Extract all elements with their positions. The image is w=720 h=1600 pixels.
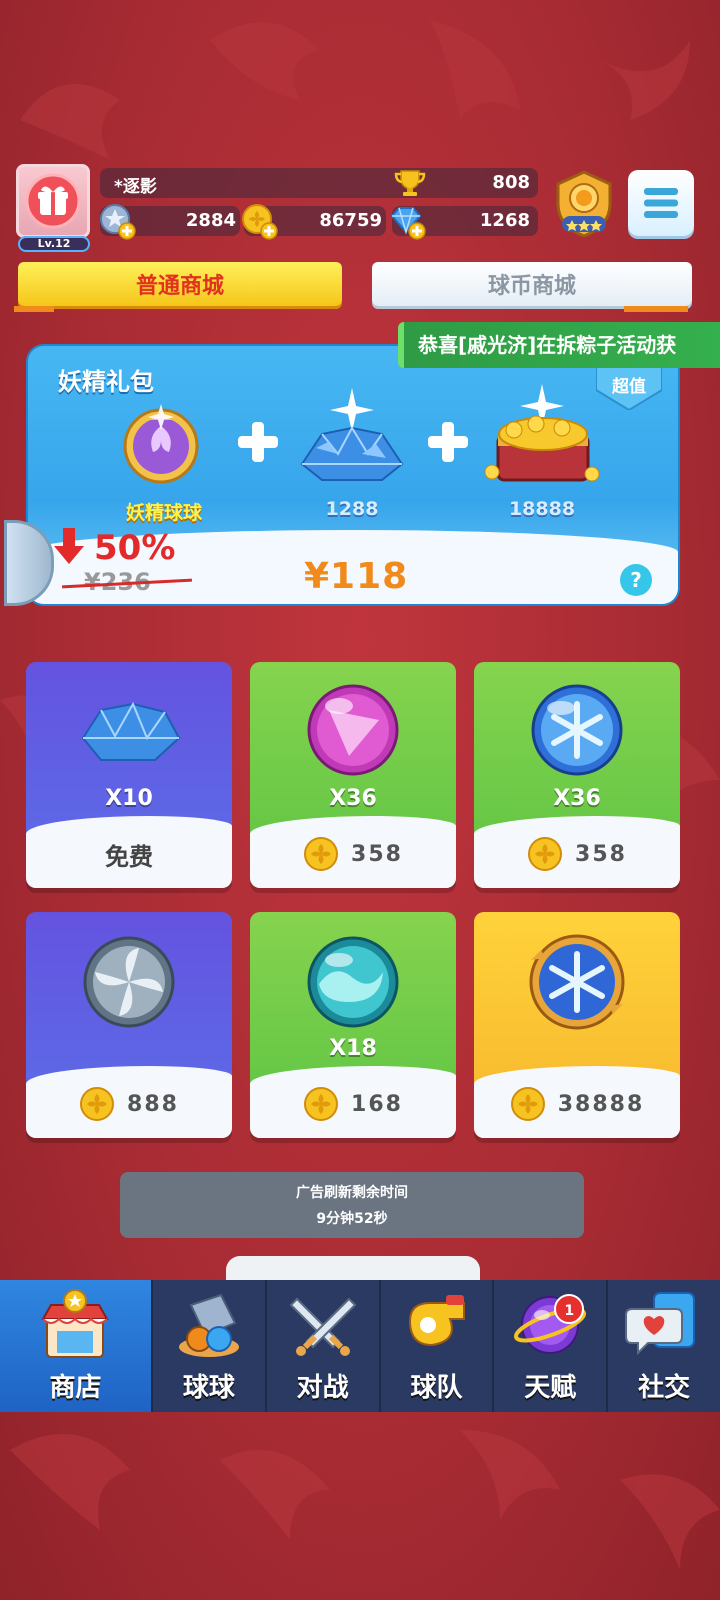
swirl-ball-icon xyxy=(83,936,175,1028)
gift-icon xyxy=(25,173,81,229)
avatar-button[interactable] xyxy=(16,164,90,238)
gold-coin-icon xyxy=(304,837,339,871)
level-badge: Lv.12 xyxy=(18,236,90,252)
frost-ball-icon xyxy=(529,934,625,1030)
shop-item-card[interactable]: X10 免费 xyxy=(26,662,232,888)
player-name: *逐影 xyxy=(114,177,157,197)
item-price-button[interactable]: 358 xyxy=(474,836,680,872)
item-price: 免费 xyxy=(105,843,153,871)
item-price: 168 xyxy=(351,1091,403,1117)
plus-icon xyxy=(238,422,278,462)
item-quantity: X36 xyxy=(329,786,377,811)
shop-item-card[interactable]: X36 358 xyxy=(474,662,680,888)
tab-underline xyxy=(624,306,688,312)
timer-value: 9分钟52秒 xyxy=(316,1211,388,1227)
tab-coin-shop[interactable]: 球币商城 xyxy=(372,262,692,306)
gem-pile-icon xyxy=(300,388,404,481)
gem-count: 1268 xyxy=(479,210,530,231)
add-gold-icon[interactable] xyxy=(240,202,278,240)
pack-price-button[interactable]: ¥118 xyxy=(304,556,408,597)
nav-item-talent-orb[interactable]: 天赋 1 xyxy=(492,1280,606,1412)
nav-item-ball-cannon[interactable]: 球球 xyxy=(150,1280,265,1412)
add-gem-icon[interactable] xyxy=(388,202,426,240)
gem-icon xyxy=(81,701,181,761)
notification-badge: 1 xyxy=(554,1294,585,1324)
shop-item-card[interactable]: 38888 xyxy=(474,912,680,1138)
add-energy-icon[interactable] xyxy=(98,202,136,240)
item-quantity: X18 xyxy=(329,1036,377,1061)
trophy-count: 808 xyxy=(492,172,530,193)
shop-item-card[interactable]: 888 xyxy=(26,912,232,1138)
bottom-navigation: 商店 球球 对战 球队 天赋 1 社交 xyxy=(0,1280,720,1412)
ad-refresh-timer: 广告刷新剩余时间 9分钟52秒 xyxy=(120,1172,584,1238)
gold-coin-icon xyxy=(80,1087,115,1121)
discount-percent: 50% xyxy=(94,528,176,568)
gold-coin-icon xyxy=(304,1087,339,1121)
ice-ball-icon xyxy=(531,684,623,776)
pack-title: 妖精礼包 xyxy=(58,368,154,396)
item-price-button[interactable]: 168 xyxy=(250,1086,456,1122)
tab-underline xyxy=(14,306,54,312)
announcement-marquee: 恭喜[戚光济]在拆粽子活动获 xyxy=(398,322,720,368)
item-price: 38888 xyxy=(557,1091,645,1117)
menu-button[interactable] xyxy=(628,170,694,236)
nav-item-shop[interactable]: 商店 xyxy=(0,1280,151,1412)
tab-normal-shop[interactable]: 普通商城 xyxy=(18,262,342,306)
pack-item-label: 18888 xyxy=(508,498,576,520)
pack-item-label: 1288 xyxy=(325,498,379,520)
item-price-button[interactable]: 358 xyxy=(250,836,456,872)
gold-coin-icon xyxy=(510,1087,545,1121)
item-price: 888 xyxy=(127,1091,179,1117)
plus-icon xyxy=(428,422,468,462)
pink-ball-icon xyxy=(307,684,399,776)
nav-label: 天赋 xyxy=(524,1373,577,1403)
crossed-swords-icon xyxy=(289,1297,357,1356)
nav-label: 商店 xyxy=(49,1373,102,1403)
nav-item-whistle[interactable]: 球队 xyxy=(378,1280,493,1412)
value-tag-label: 超值 xyxy=(612,377,646,397)
nav-label: 球球 xyxy=(182,1373,235,1403)
item-price-button[interactable]: 38888 xyxy=(474,1086,680,1122)
shop-item-card[interactable]: X36 358 xyxy=(250,662,456,888)
item-price-button[interactable]: 免费 xyxy=(26,837,232,872)
nav-item-chat-heart[interactable]: 社交 xyxy=(606,1280,720,1412)
nav-label: 对战 xyxy=(296,1373,349,1403)
nav-label: 社交 xyxy=(638,1373,691,1403)
ball-cannon-icon xyxy=(178,1293,239,1357)
timer-label: 广告刷新剩余时间 xyxy=(296,1185,408,1201)
chat-heart-icon xyxy=(625,1292,696,1356)
gold-coin-icon xyxy=(528,837,563,871)
wave-ball-icon xyxy=(307,936,399,1028)
shop-item-card[interactable]: X18 168 xyxy=(250,912,456,1138)
pack-item-label: 妖精球球 xyxy=(125,502,202,524)
rank-badge-icon[interactable] xyxy=(548,168,620,240)
item-price: 358 xyxy=(351,841,403,867)
item-quantity: X10 xyxy=(105,786,153,811)
energy-count: 2884 xyxy=(185,210,236,231)
nav-item-crossed-swords[interactable]: 对战 xyxy=(264,1280,379,1412)
item-quantity: X36 xyxy=(553,786,601,811)
trophy-icon xyxy=(394,170,426,196)
help-button[interactable]: ? xyxy=(620,564,652,596)
gold-count: 86759 xyxy=(319,210,382,231)
nav-label: 球队 xyxy=(410,1373,463,1403)
fairy-ball-icon xyxy=(123,404,199,484)
hamburger-icon xyxy=(644,188,678,218)
shop-icon xyxy=(41,1289,110,1358)
gold-chest-icon xyxy=(484,384,600,482)
whistle-icon xyxy=(409,1295,466,1347)
item-price-button[interactable]: 888 xyxy=(26,1086,232,1122)
down-arrow-icon xyxy=(54,528,84,564)
item-price: 358 xyxy=(575,841,627,867)
